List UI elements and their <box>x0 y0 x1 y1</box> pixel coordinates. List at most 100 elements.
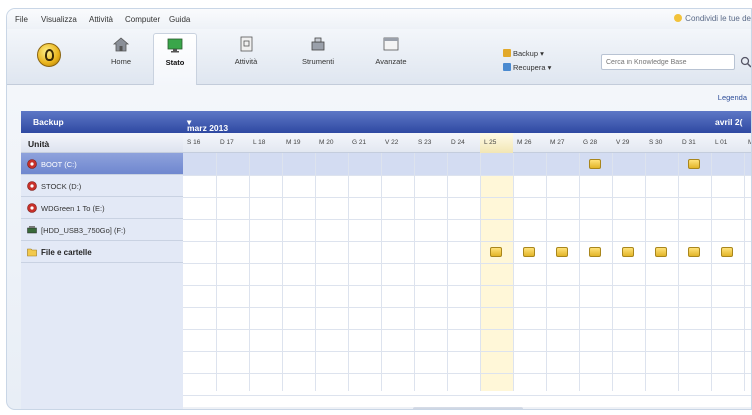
grid-column-line <box>612 153 613 391</box>
unit-row[interactable]: BOOT (C:) <box>21 153 183 175</box>
scrollbar-thumb[interactable] <box>413 407 523 409</box>
day-label: L 01 <box>715 139 728 146</box>
restore-dropdown[interactable]: Recupera ▾ <box>503 63 551 72</box>
grid-row-line <box>183 263 751 264</box>
grid-column-line <box>381 153 382 391</box>
backup-dropdown[interactable]: Backup ▾ <box>503 49 544 58</box>
menu-visualizza[interactable]: Visualizza <box>41 15 77 24</box>
menu-guida[interactable]: Guida <box>169 15 190 24</box>
drive-icon <box>27 203 37 213</box>
grid-column-line <box>249 153 250 391</box>
drive-icon <box>27 181 37 191</box>
day-label: D 24 <box>451 139 465 146</box>
grid-row-line <box>183 329 751 330</box>
grid-column-line <box>711 153 712 391</box>
calendar-header: Backup marz 2013 ▾ avril 2( <box>21 111 751 133</box>
home-button[interactable]: Home <box>99 33 143 79</box>
day-label: M 27 <box>550 139 565 146</box>
tasks-button[interactable]: Attività <box>221 33 271 79</box>
day-label: M 20 <box>319 139 334 146</box>
grid-row-line <box>183 197 751 198</box>
share-promo-link[interactable]: Condividi le tue de <box>674 14 751 23</box>
grid-column-line <box>645 153 646 391</box>
advanced-button[interactable]: Avanzate <box>365 33 417 79</box>
tools-icon <box>311 37 325 51</box>
month-left-label: marz 2013 <box>187 123 229 133</box>
grid-row-line <box>183 373 751 374</box>
day-label: V 29 <box>616 139 630 146</box>
backup-event-icon[interactable] <box>721 247 733 257</box>
backup-event-icon[interactable] <box>622 247 634 257</box>
grid-column-line <box>579 153 580 391</box>
knowledge-base-search-input[interactable] <box>601 54 735 70</box>
backup-event-icon[interactable] <box>556 247 568 257</box>
day-header <box>183 133 751 153</box>
grid-column-line <box>678 153 679 391</box>
grid-column-line <box>546 153 547 391</box>
month-selector[interactable]: marz 2013 ▾ <box>187 117 228 133</box>
grid-column-line <box>480 153 481 391</box>
grid-row-line <box>183 175 751 176</box>
grid-row-line <box>183 351 751 352</box>
search-icon[interactable] <box>739 54 752 70</box>
day-label: M 19 <box>286 139 301 146</box>
grid-column-line <box>447 153 448 391</box>
folder-icon <box>27 248 37 257</box>
backup-event-icon[interactable] <box>589 247 601 257</box>
day-label: S 30 <box>649 139 663 146</box>
app-logo-icon <box>37 43 61 67</box>
home-button-label: Home <box>110 57 131 66</box>
grid-column-line <box>282 153 283 391</box>
grid-row-line <box>183 395 751 396</box>
tools-button[interactable]: Strumenti <box>291 33 345 79</box>
grid-column-line <box>513 153 514 391</box>
monitor-icon <box>167 38 183 53</box>
app-window: File Visualizza Attività Computer Guida … <box>6 8 752 410</box>
calendar-grid: S 16 D 17 L 18 M 19 M 20 G 21 V 22 S 23 D 24 L 25… <box>183 133 751 409</box>
advanced-button-label: Avanzate <box>375 57 407 66</box>
horizontal-scrollbar[interactable] <box>183 407 751 409</box>
grid-row-line <box>183 241 751 242</box>
menu-file[interactable]: File <box>15 15 28 24</box>
grid-column-line <box>744 153 745 391</box>
status-button[interactable]: Stato <box>153 33 197 85</box>
month-right-label: avril 2( <box>715 117 743 127</box>
status-button-label: Stato <box>165 58 185 67</box>
backup-event-icon[interactable] <box>523 247 535 257</box>
day-label: G 21 <box>352 139 367 146</box>
backup-event-icon[interactable] <box>655 247 667 257</box>
day-label: S 16 <box>187 139 201 146</box>
home-icon <box>112 37 130 52</box>
unit-row-label: WDGreen 1 To (E:) <box>41 204 105 213</box>
menu-attivita[interactable]: Attività <box>89 15 113 24</box>
unit-row-label: BOOT (C:) <box>41 160 77 169</box>
restore-icon <box>503 63 511 71</box>
backup-label: Backup <box>513 49 539 58</box>
day-label: V 22 <box>385 139 399 146</box>
tasks-icon <box>240 36 253 52</box>
unit-row[interactable]: STOCK (D:) <box>21 175 183 197</box>
unit-row[interactable]: File e cartelle <box>21 241 183 263</box>
unit-row[interactable]: [HDD_USB3_750Go] (F:) <box>21 219 183 241</box>
section-title: Backup <box>33 117 64 127</box>
grid-column-line <box>216 153 217 391</box>
backup-event-icon[interactable] <box>688 247 700 257</box>
selected-row-highlight <box>183 153 751 175</box>
backup-event-icon[interactable] <box>490 247 502 257</box>
unit-row-label: [HDD_USB3_750Go] (F:) <box>41 226 126 235</box>
external-drive-icon <box>27 226 37 234</box>
day-label: G 28 <box>583 139 598 146</box>
tools-button-label: Strumenti <box>301 57 335 66</box>
unit-list: Unità BOOT (C:) STOCK (D:) WDGreen 1 To (E… <box>21 133 183 409</box>
share-promo-text: Condividi le tue de <box>685 14 751 23</box>
grid-column-line <box>315 153 316 391</box>
unit-row[interactable]: WDGreen 1 To (E:) <box>21 197 183 219</box>
backup-event-icon[interactable] <box>589 159 601 169</box>
window-icon <box>383 37 399 51</box>
day-label: L 18 <box>253 139 266 146</box>
grid-row-line <box>183 219 751 220</box>
grid-row-line <box>183 285 751 286</box>
backup-event-icon[interactable] <box>688 159 700 169</box>
legend-link[interactable]: Legenda <box>718 93 747 102</box>
menu-computer[interactable]: Computer <box>125 15 160 24</box>
